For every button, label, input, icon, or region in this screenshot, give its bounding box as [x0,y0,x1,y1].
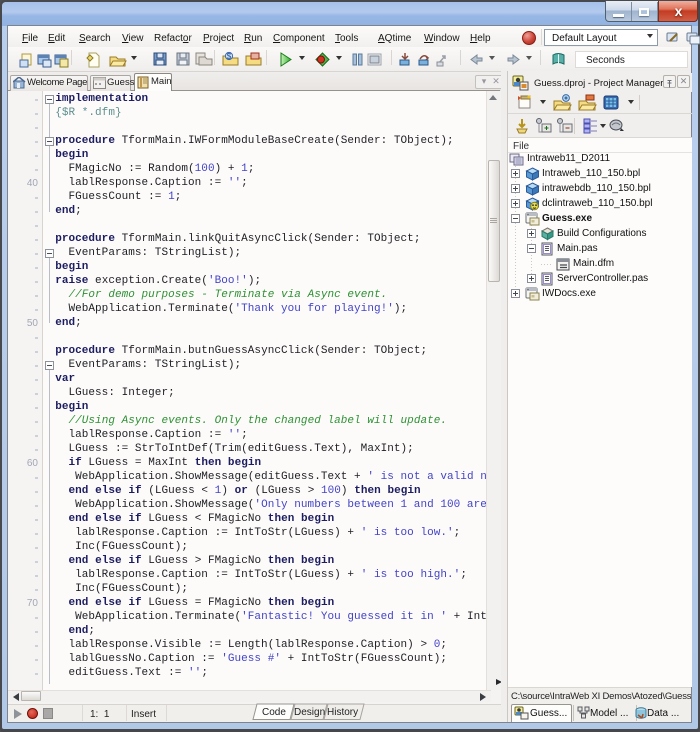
svg-text:History: History [327,707,358,718]
svg-text:Code: Code [262,707,286,718]
svg-text:Design: Design [294,707,325,718]
svg-text:$: $ [227,52,232,61]
